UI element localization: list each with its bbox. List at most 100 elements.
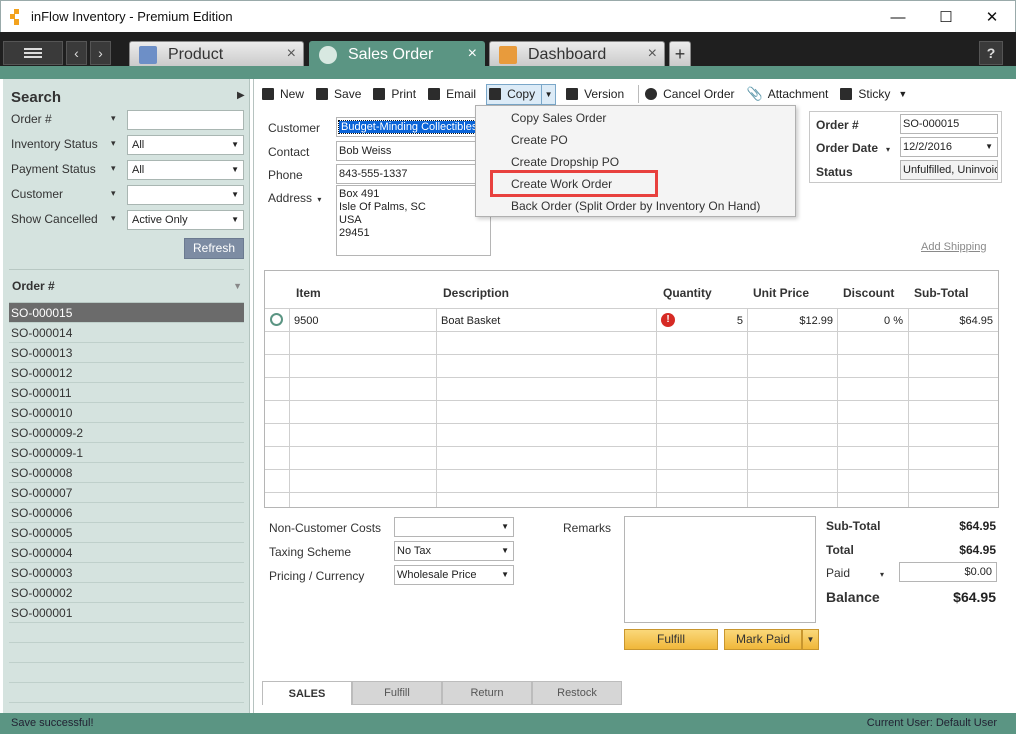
tab-sales-order[interactable]: Sales Order × [309,41,485,67]
list-item[interactable]: SO-000010 [9,403,244,423]
payment-options-icon[interactable]: ▾ [880,570,884,579]
payment-status-value: All [132,164,145,176]
address-type-dropdown-icon[interactable]: ▾ [317,195,321,204]
column-header-discount[interactable]: Discount [843,286,894,300]
description-cell[interactable]: Boat Basket [441,315,500,327]
unit-price-cell[interactable]: $12.99 [751,315,833,327]
fulfill-button[interactable]: Fulfill [624,629,718,650]
status-bar: Save successful! Current User: Default U… [0,713,1016,734]
contact-input[interactable]: Bob Weiss [336,141,496,161]
sort-icon[interactable]: ▼ [233,281,242,291]
filter-operator-icon[interactable]: ▾ [111,113,116,124]
balance-value: $64.95 [953,589,996,605]
taxing-scheme-select[interactable]: No Tax ▼ [394,541,514,561]
mark-paid-button[interactable]: Mark Paid [724,629,802,650]
tab-return[interactable]: Return [442,681,532,705]
stock-warning-icon[interactable]: ! [661,313,675,327]
date-option-icon[interactable]: ▾ [886,145,890,154]
tab-fulfill[interactable]: Fulfill [352,681,442,705]
list-item[interactable]: SO-000005 [9,523,244,543]
column-header-unit-price[interactable]: Unit Price [753,286,809,300]
discount-cell[interactable]: 0 % [841,315,903,327]
menu-item-create-po[interactable]: Create PO [511,133,568,147]
version-button[interactable]: Version [564,83,626,105]
filter-operator-icon[interactable]: ▾ [111,163,116,174]
menu-item-back-order[interactable]: Back Order (Split Order by Inventory On … [511,199,760,213]
add-shipping-link[interactable]: Add Shipping [921,241,986,253]
list-item[interactable]: SO-000013 [9,343,244,363]
tab-dashboard[interactable]: Dashboard × [489,41,665,67]
new-button[interactable]: New [260,83,306,105]
order-date-picker[interactable]: 12/2/2016 ▼ [900,137,998,157]
tab-restock[interactable]: Restock [532,681,622,705]
subtotal-cell[interactable]: $64.95 [912,315,993,327]
attachment-button[interactable]: 📎 Attachment [745,83,831,105]
list-item[interactable]: SO-000004 [9,543,244,563]
menu-item-create-dropship-po[interactable]: Create Dropship PO [511,155,619,169]
save-button[interactable]: Save [314,83,363,105]
close-tab-icon[interactable]: × [287,45,296,63]
show-cancelled-select[interactable]: Active Only ▼ [127,210,244,230]
tab-sales[interactable]: SALES [262,681,352,705]
list-item[interactable]: SO-000008 [9,463,244,483]
column-header-item[interactable]: Item [296,286,321,300]
item-cell[interactable]: 9500 [294,315,318,327]
paid-input[interactable]: $0.00 [899,562,997,582]
pricing-currency-select[interactable]: Wholesale Price ▼ [394,565,514,585]
row-select-radio[interactable] [270,313,283,326]
payment-status-select[interactable]: All ▼ [127,160,244,180]
minimize-button[interactable]: — [875,1,921,33]
cancel-order-button[interactable]: Cancel Order [643,83,736,105]
column-header-quantity[interactable]: Quantity [663,286,712,300]
list-item[interactable]: SO-000007 [9,483,244,503]
mark-paid-dropdown[interactable]: ▼ [802,629,819,650]
list-item[interactable]: SO-000002 [9,583,244,603]
list-item[interactable]: SO-000001 [9,603,244,623]
remarks-textarea[interactable] [624,516,816,623]
forward-button[interactable]: › [90,41,111,65]
tab-product[interactable]: Product × [129,41,304,67]
copy-button[interactable]: Copy [487,83,541,105]
help-button[interactable]: ? [979,41,1003,65]
calendar-dropdown-icon[interactable]: ▼ [985,142,993,151]
order-number-input[interactable] [127,110,244,130]
customer-input[interactable]: Budget-Minding Collectibles [336,117,496,137]
filter-operator-icon[interactable]: ▾ [111,138,116,149]
inventory-status-select[interactable]: All ▼ [127,135,244,155]
order-list-header[interactable]: Order # ▼ [9,270,244,303]
email-button[interactable]: Email [426,83,478,105]
non-customer-costs-select[interactable]: ▼ [394,517,514,537]
copy-dropdown-arrow[interactable]: ▼ [541,84,555,104]
close-button[interactable]: ✕ [969,1,1015,33]
column-header-description[interactable]: Description [443,286,509,300]
list-item[interactable]: SO-000009-2 [9,423,244,443]
menu-item-copy-sales-order[interactable]: Copy Sales Order [511,111,606,125]
customer-filter-select[interactable]: ▼ [127,185,244,205]
list-item[interactable]: SO-000011 [9,383,244,403]
grid-line [265,331,998,332]
list-item[interactable]: SO-000012 [9,363,244,383]
print-button[interactable]: Print [371,83,418,105]
close-tab-icon[interactable]: × [468,45,477,63]
copy-split-button[interactable]: Copy ▼ [486,83,557,105]
list-item[interactable]: SO-000015 [9,303,244,323]
collapse-sidebar-icon[interactable]: ▶ [237,90,245,101]
list-item[interactable]: SO-000006 [9,503,244,523]
back-button[interactable]: ‹ [66,41,87,65]
phone-input[interactable]: 843-555-1337 [336,164,496,184]
refresh-button[interactable]: Refresh [184,238,244,259]
quantity-cell[interactable]: 5 [685,315,743,327]
maximize-button[interactable]: ☐ [923,1,969,33]
list-item[interactable]: SO-000014 [9,323,244,343]
menu-button[interactable] [3,41,63,65]
close-tab-icon[interactable]: × [648,45,657,63]
sticky-button[interactable]: Sticky ▼ [838,83,909,105]
new-tab-button[interactable]: + [669,41,691,67]
order-number-input[interactable]: SO-000015 [900,114,998,134]
filter-operator-icon[interactable]: ▾ [111,188,116,199]
filter-operator-icon[interactable]: ▾ [111,213,116,224]
list-item[interactable]: SO-000009-1 [9,443,244,463]
list-item[interactable]: SO-000003 [9,563,244,583]
address-textarea[interactable]: Box 491 Isle Of Palms, SC USA 29451 [336,185,491,256]
column-header-sub-total[interactable]: Sub-Total [914,286,968,300]
